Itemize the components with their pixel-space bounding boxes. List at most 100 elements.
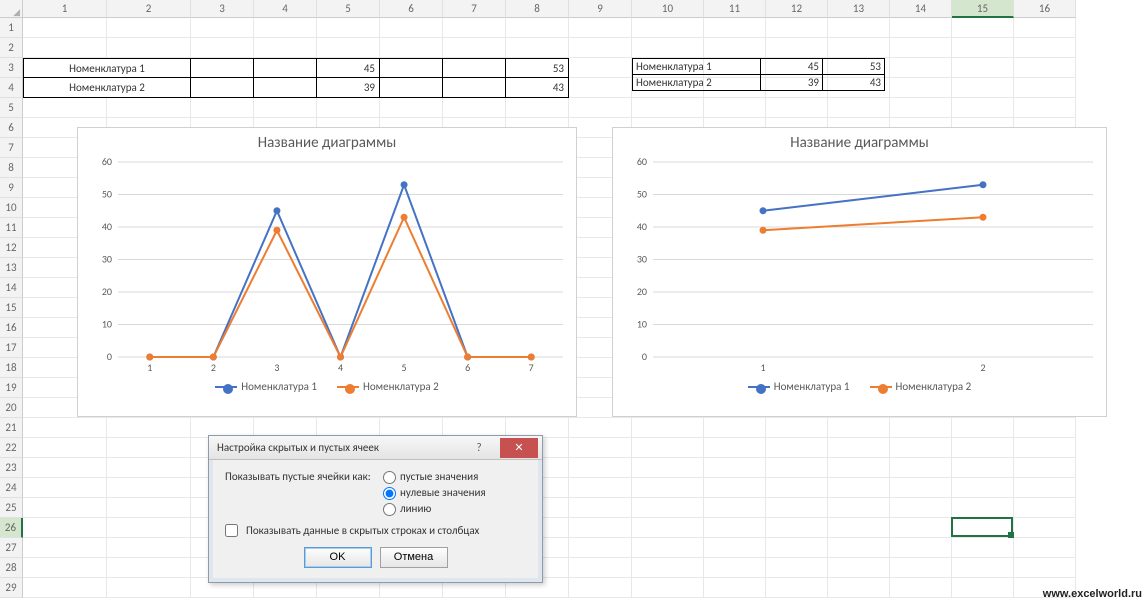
row-header-12[interactable]: 12 xyxy=(0,238,23,258)
cell[interactable] xyxy=(1014,38,1076,58)
cell[interactable] xyxy=(766,538,828,558)
cell[interactable] xyxy=(890,458,952,478)
cell[interactable]: Номенклатура 1 xyxy=(23,58,191,78)
cell[interactable] xyxy=(890,498,952,518)
dialog-checkbox-row[interactable]: Показывать данные в скрытых строках и ст… xyxy=(225,524,526,537)
cell[interactable] xyxy=(952,478,1014,498)
cell[interactable] xyxy=(443,98,506,118)
select-all-corner[interactable] xyxy=(0,0,23,18)
cell[interactable] xyxy=(704,498,766,518)
cell[interactable] xyxy=(952,78,1014,98)
cell[interactable] xyxy=(890,478,952,498)
row-header-4[interactable]: 4 xyxy=(0,78,23,98)
cell[interactable] xyxy=(443,38,506,58)
cell[interactable] xyxy=(107,438,191,458)
cell[interactable] xyxy=(766,498,828,518)
cell[interactable] xyxy=(1014,418,1076,438)
chart-left[interactable]: Название диаграммы 01020304050601234567 … xyxy=(77,127,577,417)
cell[interactable] xyxy=(1014,538,1076,558)
cell[interactable] xyxy=(317,98,380,118)
cell[interactable] xyxy=(23,578,107,598)
col-header-4[interactable]: 4 xyxy=(254,0,317,18)
col-header-16[interactable]: 16 xyxy=(1014,0,1076,18)
cell[interactable] xyxy=(828,498,890,518)
cell[interactable] xyxy=(1014,58,1076,78)
cell[interactable] xyxy=(1014,458,1076,478)
row-header-29[interactable]: 29 xyxy=(0,578,23,598)
cell[interactable] xyxy=(766,478,828,498)
row-header-8[interactable]: 8 xyxy=(0,158,23,178)
cell[interactable] xyxy=(952,458,1014,478)
cell[interactable] xyxy=(632,498,704,518)
cell[interactable] xyxy=(890,38,952,58)
col-header-14[interactable]: 14 xyxy=(890,0,952,18)
cell[interactable] xyxy=(1014,558,1076,578)
cell[interactable] xyxy=(828,418,890,438)
cell[interactable] xyxy=(632,458,704,478)
cell[interactable] xyxy=(380,58,443,78)
cell[interactable] xyxy=(23,438,107,458)
cell[interactable] xyxy=(107,38,191,58)
col-header-9[interactable]: 9 xyxy=(569,0,632,18)
cell[interactable] xyxy=(506,18,569,38)
cell[interactable] xyxy=(890,578,952,598)
cell[interactable]: 39 xyxy=(317,78,380,98)
col-header-6[interactable]: 6 xyxy=(380,0,443,18)
cell[interactable] xyxy=(23,478,107,498)
radio-option-line[interactable]: линию xyxy=(383,502,486,516)
cell[interactable] xyxy=(569,438,632,458)
cell[interactable] xyxy=(952,578,1014,598)
hidden-empty-cells-dialog[interactable]: Настройка скрытых и пустых ячеек ? ✕ Пок… xyxy=(208,435,543,583)
row-header-24[interactable]: 24 xyxy=(0,478,23,498)
cell[interactable]: 53 xyxy=(506,58,569,78)
cell[interactable] xyxy=(704,578,766,598)
cell[interactable] xyxy=(632,438,704,458)
radio-option-gaps[interactable]: пустые значения xyxy=(383,470,486,484)
cell[interactable] xyxy=(569,538,632,558)
row-header-18[interactable]: 18 xyxy=(0,358,23,378)
cell[interactable] xyxy=(890,558,952,578)
show-hidden-checkbox[interactable] xyxy=(225,524,238,537)
cell[interactable] xyxy=(569,98,632,118)
col-header-7[interactable]: 7 xyxy=(443,0,506,18)
cell[interactable] xyxy=(828,478,890,498)
cell[interactable] xyxy=(107,478,191,498)
radio-option-zero[interactable]: нулевые значения xyxy=(383,486,486,500)
cancel-button[interactable]: Отмена xyxy=(380,547,448,568)
row-header-16[interactable]: 16 xyxy=(0,318,23,338)
cell[interactable] xyxy=(952,98,1014,118)
cell[interactable] xyxy=(704,518,766,538)
row-header-22[interactable]: 22 xyxy=(0,438,23,458)
cell[interactable] xyxy=(952,18,1014,38)
ok-button[interactable]: OK xyxy=(304,547,372,568)
col-header-10[interactable]: 10 xyxy=(632,0,704,18)
cell[interactable] xyxy=(506,38,569,58)
cell[interactable] xyxy=(890,418,952,438)
cell[interactable] xyxy=(952,498,1014,518)
cell[interactable] xyxy=(380,98,443,118)
cell[interactable] xyxy=(380,38,443,58)
cell[interactable] xyxy=(254,58,317,78)
row-header-23[interactable]: 23 xyxy=(0,458,23,478)
cell[interactable] xyxy=(704,458,766,478)
cell[interactable] xyxy=(890,98,952,118)
cell[interactable] xyxy=(254,78,317,98)
cell[interactable] xyxy=(107,458,191,478)
cell[interactable] xyxy=(890,78,952,98)
cell[interactable] xyxy=(704,478,766,498)
cell[interactable] xyxy=(107,418,191,438)
cell[interactable] xyxy=(443,18,506,38)
row-header-26[interactable]: 26 xyxy=(0,518,23,538)
col-header-11[interactable]: 11 xyxy=(704,0,766,18)
chart-right[interactable]: Название диаграммы 010203040506012 Номен… xyxy=(612,127,1107,417)
cell[interactable] xyxy=(766,438,828,458)
row-header-9[interactable]: 9 xyxy=(0,178,23,198)
cell[interactable] xyxy=(191,98,254,118)
col-header-2[interactable]: 2 xyxy=(107,0,191,18)
row-header-5[interactable]: 5 xyxy=(0,98,23,118)
cell[interactable] xyxy=(107,558,191,578)
cell[interactable] xyxy=(1014,78,1076,98)
cell[interactable] xyxy=(632,98,704,118)
cell[interactable] xyxy=(569,478,632,498)
cell[interactable] xyxy=(828,558,890,578)
